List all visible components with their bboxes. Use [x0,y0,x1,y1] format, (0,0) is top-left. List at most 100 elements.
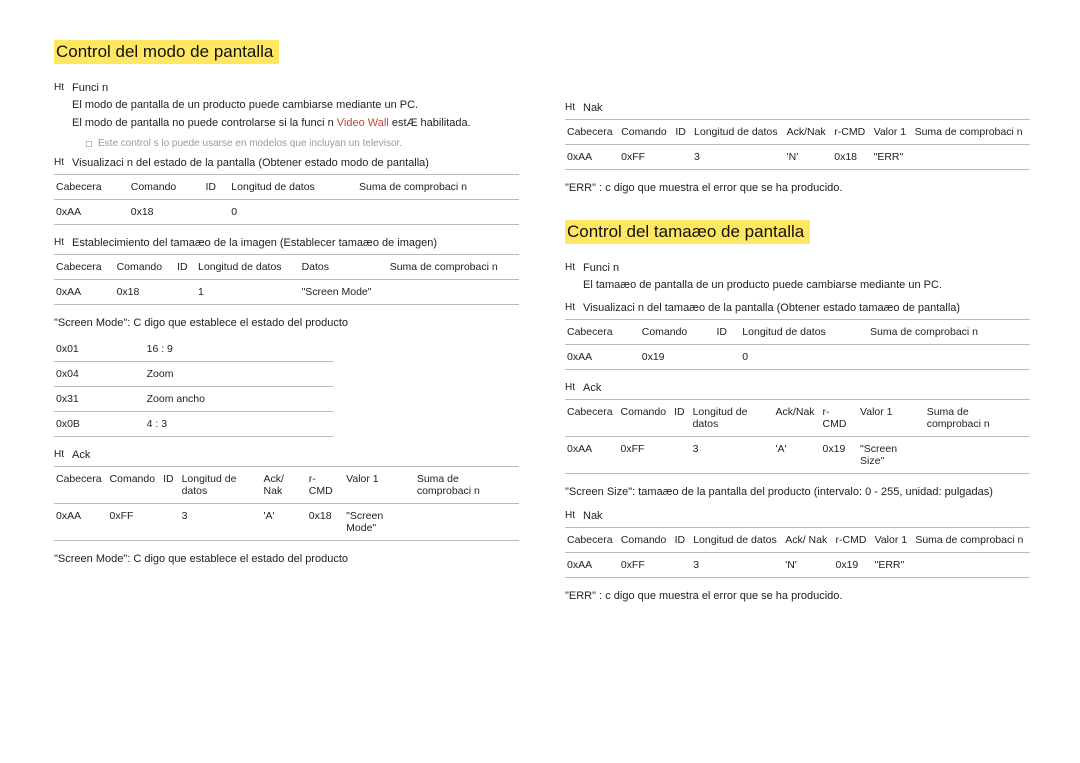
td [388,280,519,305]
func-p2-b: estÆ habilitada. [389,117,471,129]
triangle-icon: Ht [565,260,583,276]
func-p2: El modo de pantalla no puede controlarse… [72,115,519,133]
th: Comando [640,320,715,345]
table-header-row: Cabecera Comando ID Longitud de datos Ac… [54,466,519,503]
triangle-icon: Ht [565,508,583,524]
td: 0x18 [129,200,204,225]
func-p2-a: El modo de pantalla no puede controlarse… [72,117,337,129]
th: Comando [115,255,176,280]
err-desc: "ERR" : c digo que muestra el error que … [565,180,1030,198]
function-description-2: El tamaæo de pantalla de un producto pue… [583,277,1030,295]
bullet-function-2: Ht Funci n [565,260,1030,277]
triangle-icon: Ht [565,300,583,316]
th: Suma de comprobaci n [925,400,1030,437]
td [913,145,1030,170]
table-get-screen-size: Cabecera Comando ID Longitud de datos Su… [565,319,1030,370]
td: 0xAA [565,437,619,474]
td: 'N' [785,145,833,170]
th: Valor 1 [344,466,415,503]
td: 0x18 [307,503,344,540]
td: 0xAA [54,200,129,225]
th: Comando [108,466,162,503]
td: 0 [740,345,868,370]
td: 0xFF [619,437,673,474]
th: Datos [300,255,388,280]
bullet-ack-2-label: Ack [583,380,601,397]
td: 0x01 [54,337,145,362]
td: 0x18 [832,145,871,170]
table-header-row: Cabecera Comando ID Longitud de datos Su… [54,175,519,200]
th: Longitud de datos [692,120,785,145]
th: Comando [619,528,673,553]
td: 0x0B [54,411,145,436]
table-nak-screen-size: Cabecera Comando ID Longitud de datos Ac… [565,527,1030,578]
th: ID [203,175,229,200]
table-row: 0x31Zoom ancho [54,386,333,411]
th: Cabecera [565,320,640,345]
th: Ack/Nak [785,120,833,145]
td [161,503,180,540]
bullet-view-2: Ht Visualizaci n del tamaæo de la pantal… [565,300,1030,317]
table-set-screen-mode: Cabecera Comando ID Longitud de datos Da… [54,254,519,305]
td [925,437,1030,474]
th: Comando [129,175,204,200]
screen-mode-desc-2: "Screen Mode": C digo que establece el e… [54,551,519,569]
table-get-screen-mode: Cabecera Comando ID Longitud de datos Su… [54,174,519,225]
th: Suma de comprobaci n [357,175,519,200]
err-desc-2: "ERR" : c digo que muestra el error que … [565,588,1030,606]
td: 3 [691,553,783,578]
th: r-CMD [307,466,344,503]
table-row: 0xAA 0xFF 3 'N' 0x19 "ERR" [565,553,1030,578]
td: 0xFF [619,145,673,170]
th: Cabecera [54,255,115,280]
table-row: 0xAA 0x18 0 [54,200,519,225]
table-header-row: Cabecera Comando ID Longitud de datos Ac… [565,400,1030,437]
td: 0xAA [54,280,115,305]
table-row: 0xAA 0xFF 3 'A' 0x19 "Screen Size" [565,437,1030,474]
th: Cabecera [54,466,108,503]
triangle-icon: Ht [54,235,72,251]
th: Suma de comprobaci n [868,320,1030,345]
bullet-ack: Ht Ack [54,447,519,464]
page: Control del modo de pantalla Ht Funci n … [0,0,1080,763]
td: 1 [196,280,300,305]
td: Zoom [145,361,333,386]
th: Suma de comprobaci n [913,120,1030,145]
th: Valor 1 [858,400,925,437]
triangle-icon: Ht [54,155,72,171]
td: 0 [229,200,357,225]
td [673,553,692,578]
td: "Screen Mode" [344,503,415,540]
th: ID [672,400,691,437]
triangle-icon: Ht [565,100,583,116]
bullet-view-2-label: Visualizaci n del tamaæo de la pantalla … [583,300,960,317]
table-header-row: Cabecera Comando ID Longitud de datos Su… [565,320,1030,345]
func2-p1: El tamaæo de pantalla de un producto pue… [583,277,1030,295]
td: 'A' [262,503,307,540]
td: 0xAA [565,145,619,170]
tv-note: Este control s lo puede usarse en modelo… [86,138,519,149]
td [868,345,1030,370]
table-row: 0xAA 0xFF 3 'N' 0x18 "ERR" [565,145,1030,170]
th: Longitud de datos [196,255,300,280]
td: 0x19 [821,437,859,474]
th: r-CMD [821,400,859,437]
bullet-nak-label: Nak [583,100,603,117]
td: 3 [692,145,785,170]
th: Suma de comprobaci n [388,255,519,280]
table-row: 0x0B4 : 3 [54,411,333,436]
th: Cabecera [565,400,619,437]
td: "ERR" [872,145,913,170]
triangle-icon: Ht [54,80,72,96]
td: "Screen Mode" [300,280,388,305]
td: 0x19 [640,345,715,370]
td: 0x04 [54,361,145,386]
bullet-nak: Ht Nak [565,100,1030,117]
td: 'A' [773,437,820,474]
th: ID [161,466,180,503]
bullet-view: Ht Visualizaci n del estado de la pantal… [54,155,519,172]
th: Comando [619,400,673,437]
td: 0xAA [565,553,619,578]
th: Comando [619,120,673,145]
td: 0x19 [834,553,873,578]
